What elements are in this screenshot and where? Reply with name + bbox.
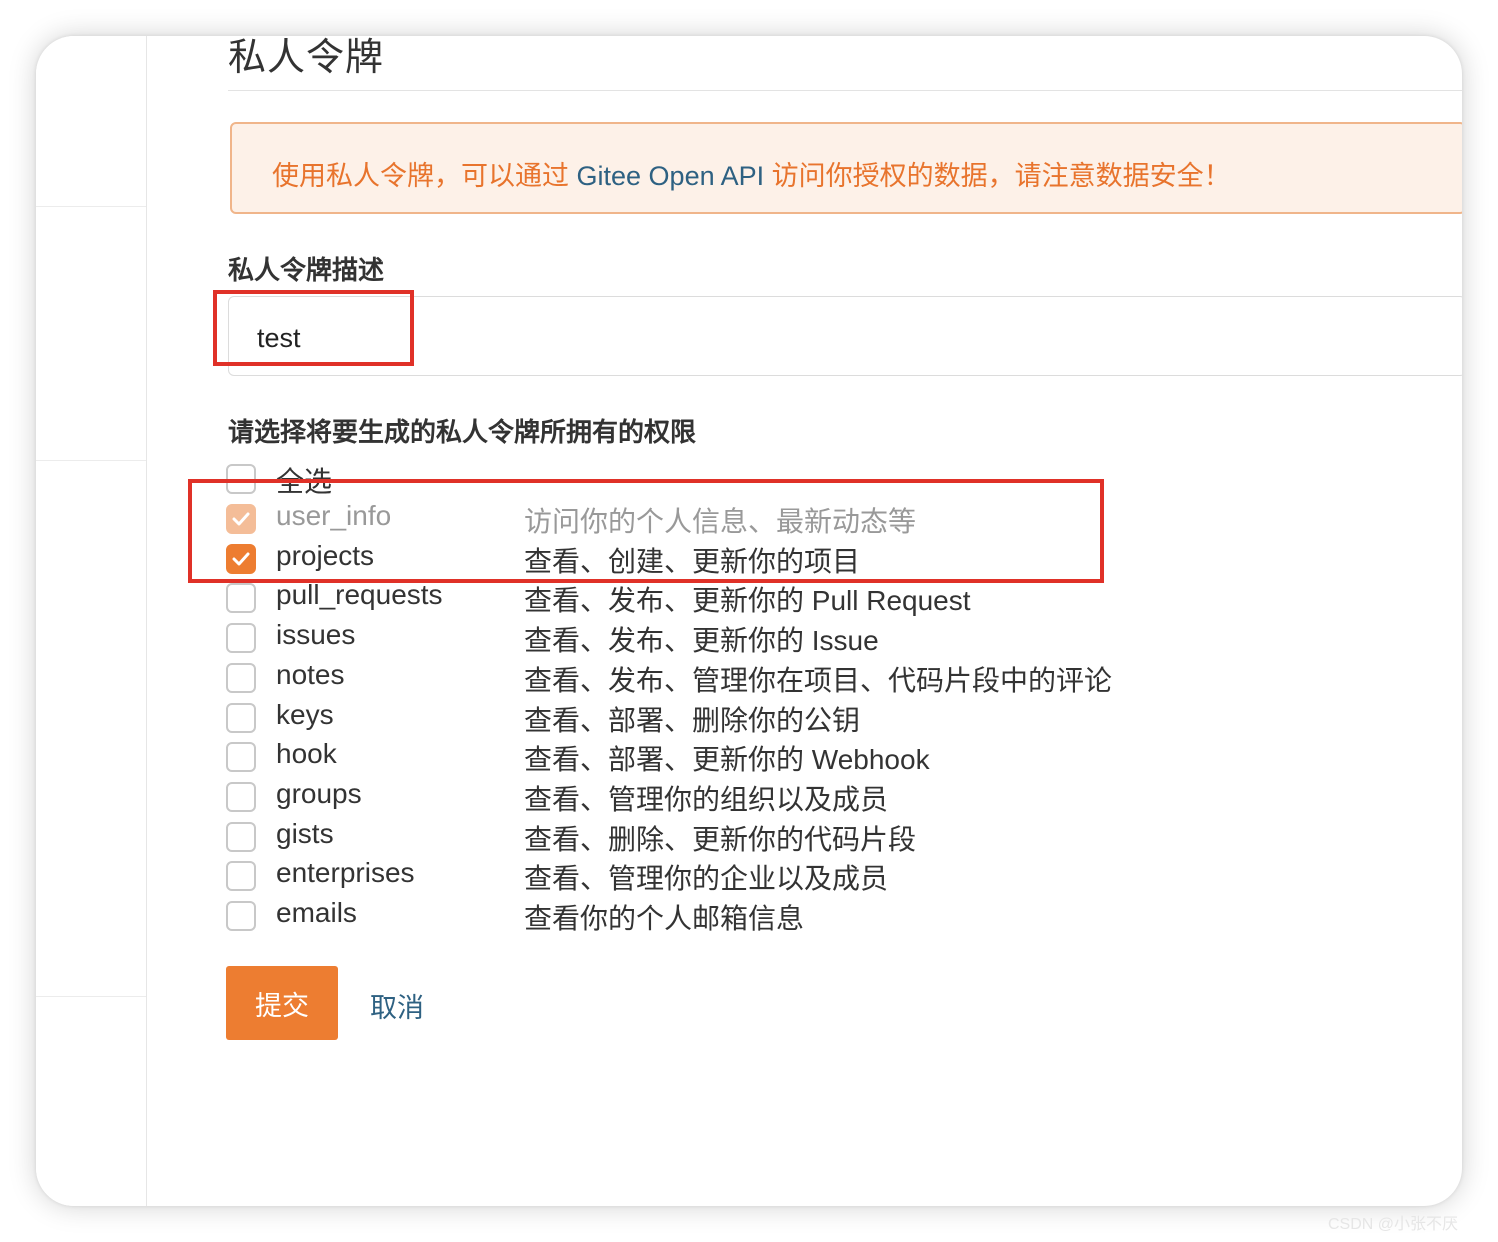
permission-checkbox-keys[interactable] <box>226 703 256 733</box>
permission-checkbox-issues[interactable] <box>226 623 256 653</box>
title-divider <box>228 90 1462 91</box>
permission-name: issues <box>276 619 356 650</box>
page-title: 私人令牌 <box>228 37 385 79</box>
permission-row-pull_requests[interactable]: pull_requests 查看、发布、更新你的 Pull Request <box>226 579 1126 617</box>
permission-row-keys[interactable]: keys 查看、部署、删除你的公钥 <box>226 699 1126 737</box>
annotation-box-description <box>213 290 414 366</box>
permission-row-hook[interactable]: hook 查看、部署、更新你的 Webhook <box>226 738 1126 776</box>
notice-suffix: 访问你授权的数据，请注意数据安全！ <box>764 161 1231 191</box>
permission-checkbox-gists[interactable] <box>226 822 256 852</box>
permission-description: 查看、管理你的组织以及成员 <box>524 784 889 815</box>
permission-row-notes[interactable]: notes 查看、发布、管理你在项目、代码片段中的评论 <box>226 659 1126 697</box>
permission-description: 查看、发布、更新你的 Pull Request <box>524 585 971 616</box>
sidebar-divider <box>36 460 146 461</box>
permission-checkbox-hook[interactable] <box>226 742 256 772</box>
permission-description: 查看、发布、管理你在项目、代码片段中的评论 <box>524 665 1113 696</box>
window-frame: 私人令牌 使用私人令牌，可以通过 Gitee Open API 访问你授权的数据… <box>36 36 1462 1206</box>
permission-name: emails <box>276 897 357 928</box>
description-label: 私人令牌描述 <box>228 255 385 285</box>
cancel-link[interactable]: 取消 <box>370 986 424 1025</box>
sidebar <box>36 36 147 1206</box>
permission-description: 查看、发布、更新你的 Issue <box>524 625 879 656</box>
permission-checkbox-groups[interactable] <box>226 782 256 812</box>
permissions-label: 请选择将要生成的私人令牌所拥有的权限 <box>228 417 697 447</box>
annotation-box-permissions <box>188 479 1104 583</box>
sidebar-divider <box>36 996 146 997</box>
permission-row-issues[interactable]: issues 查看、发布、更新你的 Issue <box>226 619 1126 657</box>
submit-button[interactable]: 提交 <box>226 966 338 1040</box>
permission-name: groups <box>276 778 362 809</box>
permission-description: 查看、部署、更新你的 Webhook <box>524 744 930 775</box>
permission-name: hook <box>276 738 337 769</box>
permission-name: keys <box>276 699 334 730</box>
notice-banner: 使用私人令牌，可以通过 Gitee Open API 访问你授权的数据，请注意数… <box>230 122 1462 214</box>
permission-name: gists <box>276 818 334 849</box>
permission-checkbox-emails[interactable] <box>226 901 256 931</box>
permission-description: 查看、管理你的企业以及成员 <box>524 863 889 894</box>
permission-description: 查看你的个人邮箱信息 <box>524 903 805 934</box>
permission-checkbox-pull_requests[interactable] <box>226 583 256 613</box>
permission-name: enterprises <box>276 857 415 888</box>
permission-row-emails[interactable]: emails 查看你的个人邮箱信息 <box>226 897 1126 935</box>
permission-row-gists[interactable]: gists 查看、删除、更新你的代码片段 <box>226 818 1126 856</box>
sidebar-divider <box>36 206 146 207</box>
permission-row-groups[interactable]: groups 查看、管理你的组织以及成员 <box>226 778 1126 816</box>
notice-api-link[interactable]: Gitee Open API <box>577 161 765 191</box>
permission-name: notes <box>276 659 345 690</box>
permission-checkbox-enterprises[interactable] <box>226 861 256 891</box>
permission-description: 查看、部署、删除你的公钥 <box>524 705 861 736</box>
notice-prefix: 使用私人令牌，可以通过 <box>272 161 577 191</box>
notice-text: 使用私人令牌，可以通过 Gitee Open API 访问你授权的数据，请注意数… <box>272 154 1231 193</box>
permission-name: pull_requests <box>276 579 443 610</box>
permission-description: 查看、删除、更新你的代码片段 <box>524 824 917 855</box>
permission-row-enterprises[interactable]: enterprises 查看、管理你的企业以及成员 <box>226 857 1126 895</box>
permission-checkbox-notes[interactable] <box>226 663 256 693</box>
watermark: CSDN @小张不厌 <box>1327 1216 1458 1233</box>
